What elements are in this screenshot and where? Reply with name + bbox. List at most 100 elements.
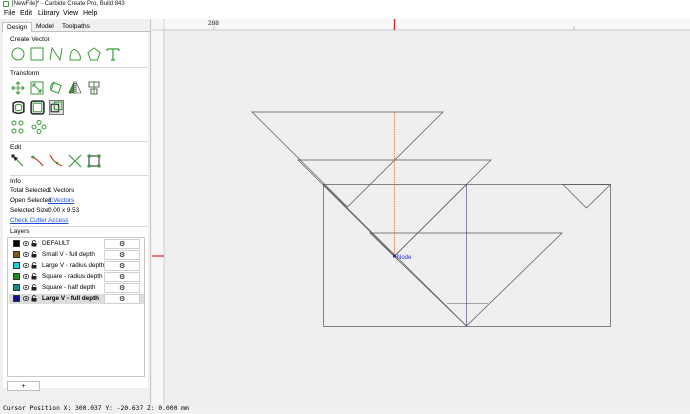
circle-tool-icon[interactable]: [11, 47, 25, 61]
eye-icon[interactable]: [23, 252, 29, 257]
window-title: [NewFile]* - Carbide Create Pro, Build 8…: [12, 1, 125, 7]
menu-bar: File Edit Library View Help: [0, 9, 690, 19]
horizontal-ruler: [152, 19, 690, 30]
polyline-tool-icon[interactable]: [49, 47, 63, 61]
bounding-box-icon[interactable]: [87, 154, 101, 168]
create-vector-heading: Create Vector: [10, 36, 50, 43]
lock-icon[interactable]: [31, 284, 37, 291]
menu-file[interactable]: File: [4, 9, 15, 19]
layer-settings-button[interactable]: ⚙: [104, 294, 140, 304]
fillet-icon[interactable]: [30, 100, 45, 115]
rotate-icon[interactable]: [49, 81, 63, 95]
extend-icon[interactable]: [49, 154, 63, 168]
move-icon[interactable]: [11, 81, 25, 95]
lock-icon[interactable]: [31, 240, 37, 247]
gear-icon: ⚙: [119, 285, 126, 292]
cut-path-icon[interactable]: [68, 154, 82, 168]
eye-icon[interactable]: [23, 296, 29, 301]
title-bar: [NewFile]* - Carbide Create Pro, Build 8…: [0, 0, 690, 9]
layer-row-large-v-radius-depth[interactable]: Large V - radius depth ⚙: [9, 261, 144, 271]
layer-row-large-v-full-depth[interactable]: Large V - full depth ⚙: [9, 294, 144, 304]
layer-settings-button[interactable]: ⚙: [104, 261, 140, 271]
layer-color-swatch[interactable]: [13, 295, 20, 302]
node-handle[interactable]: [393, 254, 396, 258]
tab-toolpaths[interactable]: Toolpaths: [58, 22, 94, 32]
layer-row-square-half-depth[interactable]: Square - half depth ⚙: [9, 283, 144, 293]
layer-row-small-v-full-depth[interactable]: Small V - full depth ⚙: [9, 250, 144, 260]
gear-icon: ⚙: [119, 274, 126, 281]
layer-name: DEFAULT: [42, 240, 70, 247]
curve-tool-icon[interactable]: [68, 47, 82, 61]
open-selected-label: Open Selected:: [10, 197, 54, 204]
eye-icon[interactable]: [23, 263, 29, 268]
rectangle-tool-icon[interactable]: [30, 47, 44, 61]
node-label: Node: [397, 255, 412, 261]
group-icon[interactable]: [11, 120, 27, 134]
add-layer-button[interactable]: +: [7, 381, 40, 391]
menu-library[interactable]: Library: [38, 9, 59, 19]
layer-name: Large V - radius depth: [42, 262, 105, 269]
check-cutter-access-link[interactable]: Check Cutter Access: [10, 217, 68, 224]
gear-icon: ⚙: [119, 263, 126, 270]
scale-icon[interactable]: [30, 81, 44, 95]
cursor-position-readout: Cursor Position X: 300.037 Y: -20.637 Z:…: [3, 405, 189, 412]
app-logo-icon: [3, 1, 9, 7]
layers-heading: Layers: [10, 228, 30, 235]
menu-help[interactable]: Help: [83, 9, 97, 19]
layer-color-swatch[interactable]: [13, 240, 20, 247]
ruler-label: 288: [208, 20, 219, 27]
gear-icon: ⚙: [119, 296, 126, 303]
layer-name: Square - half depth: [42, 284, 96, 291]
layers-list: DEFAULT ⚙ Small V - full depth ⚙ Large V…: [7, 237, 145, 377]
offset-icon[interactable]: [11, 100, 26, 115]
total-selected-value: 1 Vectors: [48, 187, 75, 194]
gear-icon: ⚙: [119, 241, 126, 248]
edit-heading: Edit: [10, 144, 22, 151]
eye-icon[interactable]: [23, 285, 29, 290]
selected-size-label: Selected Size:: [10, 207, 51, 214]
layer-color-swatch[interactable]: [13, 251, 20, 258]
gear-icon: ⚙: [119, 252, 126, 259]
menu-view[interactable]: View: [63, 9, 78, 19]
layer-color-swatch[interactable]: [13, 262, 20, 269]
layer-row-default[interactable]: DEFAULT ⚙: [9, 239, 144, 249]
layer-settings-button[interactable]: ⚙: [104, 283, 140, 293]
lock-icon[interactable]: [31, 273, 37, 280]
left-panel: Design Model Toolpaths Create Vector Tra…: [0, 19, 151, 404]
layer-settings-button[interactable]: ⚙: [104, 272, 140, 282]
tab-bar: Design Model Toolpaths: [2, 22, 150, 32]
info-heading: Info: [10, 178, 21, 185]
design-canvas[interactable]: 288 Node: [152, 19, 690, 404]
lock-icon[interactable]: [31, 251, 37, 258]
tab-model[interactable]: Model: [32, 22, 58, 32]
open-selected-link[interactable]: 1 Vectors: [48, 197, 74, 204]
lock-icon[interactable]: [31, 295, 37, 302]
polygon-tool-icon[interactable]: [87, 47, 101, 61]
eye-icon[interactable]: [23, 274, 29, 279]
total-selected-label: Total Selected:: [10, 187, 52, 194]
layer-settings-button[interactable]: ⚙: [104, 250, 140, 260]
open-selected-row: Open Selected: 1 Vectors: [10, 197, 74, 204]
status-bar: Cursor Position X: 300.037 Y: -20.637 Z:…: [0, 404, 690, 414]
layer-name: Small V - full depth: [42, 251, 95, 258]
text-tool-icon[interactable]: [106, 47, 120, 61]
selected-size-value: 0.00 x 9.53: [48, 207, 80, 214]
selected-size-row: Selected Size: 0.00 x 9.53: [10, 207, 79, 214]
eye-icon[interactable]: [23, 241, 29, 246]
boolean-icon[interactable]: [49, 100, 64, 115]
layer-color-swatch[interactable]: [13, 284, 20, 291]
trim-icon[interactable]: [30, 154, 44, 168]
lock-icon[interactable]: [31, 262, 37, 269]
transform-heading: Transform: [10, 70, 40, 77]
menu-edit[interactable]: Edit: [20, 9, 32, 19]
align-icon[interactable]: [87, 81, 101, 95]
tab-design[interactable]: Design: [2, 22, 33, 32]
layer-color-swatch[interactable]: [13, 273, 20, 280]
ungroup-icon[interactable]: [31, 120, 47, 134]
layer-name: Large V - full depth: [42, 295, 100, 302]
vertical-ruler: [152, 19, 164, 404]
layer-settings-button[interactable]: ⚙: [104, 239, 140, 249]
node-edit-icon[interactable]: [11, 154, 25, 168]
mirror-icon[interactable]: [68, 81, 82, 95]
layer-row-square-radius-depth[interactable]: Square - radius depth ⚙: [9, 272, 144, 282]
